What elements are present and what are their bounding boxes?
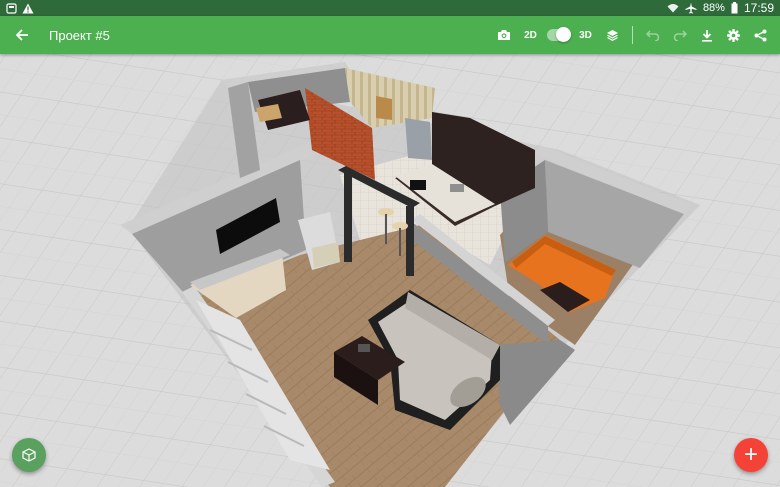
- warning-icon: [22, 3, 34, 13]
- camera-button[interactable]: [490, 16, 517, 54]
- view-2d-button[interactable]: 2D: [517, 16, 544, 54]
- download-icon: [701, 29, 712, 42]
- camera-icon: [497, 30, 510, 40]
- airplane-icon: [685, 2, 697, 14]
- layers-button[interactable]: [599, 16, 626, 54]
- toolbar-actions: 2D 3D: [490, 16, 780, 54]
- wifi-icon: [667, 4, 679, 13]
- fridge: [405, 118, 432, 160]
- notification-icon: [6, 2, 17, 14]
- redo-button[interactable]: [666, 16, 693, 54]
- download-button[interactable]: [693, 16, 720, 54]
- toggle-knob: [556, 27, 571, 42]
- back-arrow-icon: [15, 29, 28, 41]
- add-button[interactable]: +: [734, 438, 768, 472]
- share-icon: [754, 29, 767, 41]
- status-right: 88% 17:59: [667, 0, 774, 16]
- kitchen-sink: [450, 184, 464, 192]
- stool-leg-1: [385, 214, 387, 244]
- black-column-left: [344, 172, 352, 262]
- share-button[interactable]: [747, 16, 774, 54]
- stool-leg-2: [399, 228, 401, 256]
- view-mode-toggle[interactable]: [547, 27, 571, 42]
- 3d-scene[interactable]: [0, 54, 780, 487]
- bathroom-door: [376, 96, 392, 120]
- status-bar: 88% 17:59: [0, 0, 780, 16]
- project-title: Проект #5: [49, 27, 110, 43]
- battery-percent: 88%: [702, 2, 725, 14]
- layers-icon: [607, 29, 618, 41]
- stove: [410, 180, 426, 190]
- redo-icon: [673, 30, 687, 41]
- clock: 17:59: [743, 1, 774, 15]
- undo-icon: [645, 30, 659, 41]
- back-button[interactable]: [0, 16, 44, 54]
- status-left: [6, 2, 34, 14]
- battery-icon: [731, 2, 738, 14]
- app-toolbar: Проект #5 2D 3D: [0, 16, 780, 54]
- undo-button[interactable]: [639, 16, 666, 54]
- cube-icon: [22, 448, 36, 462]
- settings-icon: [727, 28, 740, 42]
- settings-button[interactable]: [720, 16, 747, 54]
- 3d-objects-button[interactable]: [12, 438, 46, 472]
- black-column-right: [406, 206, 414, 276]
- toolbar-divider: [632, 26, 633, 44]
- 3d-viewport[interactable]: [0, 54, 780, 487]
- table-decor: [358, 344, 370, 352]
- view-3d-button[interactable]: 3D: [572, 16, 599, 54]
